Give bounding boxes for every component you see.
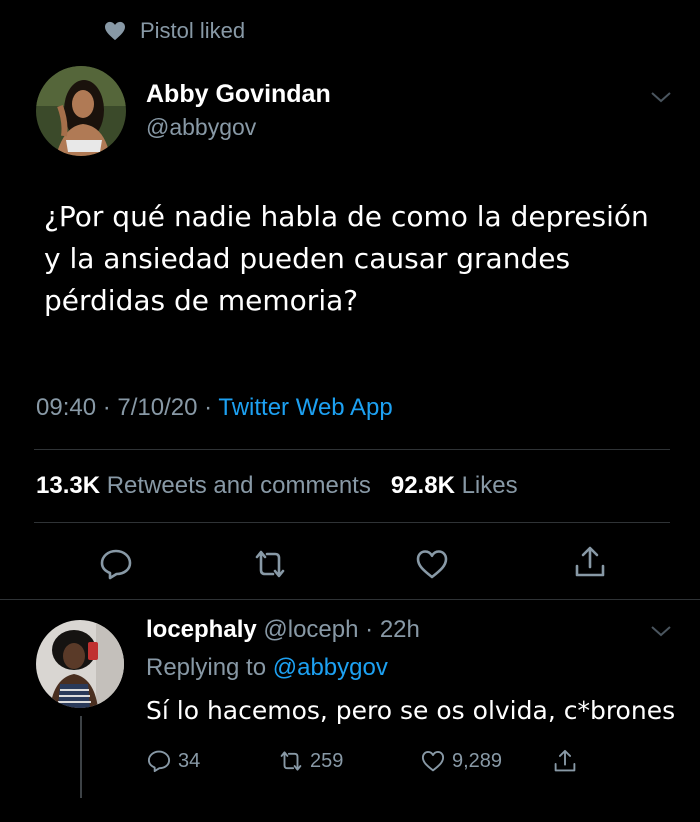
retweets-count: 13.3K (36, 472, 101, 499)
social-context: Pistol liked (104, 18, 245, 44)
author-avatar[interactable] (36, 66, 126, 156)
reply-like-button[interactable]: 9,289 (420, 748, 502, 774)
reply-icon[interactable] (98, 546, 134, 582)
tweet-stats: 13.3K Retweets and comments 92.8K Likes (36, 472, 518, 500)
reply-header: locephaly @loceph · 22h (146, 616, 420, 644)
chevron-down-icon[interactable] (650, 624, 672, 638)
tweet-text: ¿Por qué nadie habla de como la depresió… (44, 200, 649, 317)
author-name[interactable]: Abby Govindan (146, 80, 331, 109)
share-icon (554, 749, 576, 772)
divider (0, 599, 700, 600)
reply-reply-button[interactable]: 34 (146, 748, 200, 774)
replying-to: Replying to @abbygov (146, 654, 388, 682)
divider (34, 449, 670, 450)
divider (34, 522, 670, 523)
tweet-time[interactable]: 09:40 (36, 394, 96, 421)
like-icon (421, 751, 445, 772)
reply-icon (147, 750, 171, 773)
reply-count: 34 (178, 749, 201, 772)
likes-count: 92.8K (390, 472, 455, 499)
tweet-date[interactable]: 7/10/20 (117, 394, 197, 421)
like-icon[interactable] (414, 546, 450, 582)
likes-label: Likes (461, 472, 518, 499)
heart-icon (105, 21, 125, 41)
reply-author-handle[interactable]: @loceph (263, 616, 358, 643)
replying-to-prefix: Replying to (146, 654, 267, 681)
reply-author-name[interactable]: locephaly (146, 616, 257, 643)
meta-separator: · (96, 394, 118, 421)
likes-stat[interactable]: 92.8K Likes (391, 472, 518, 499)
author-handle[interactable]: @abbygov (146, 114, 256, 141)
share-icon[interactable] (572, 544, 608, 580)
retweet-icon (280, 751, 302, 771)
thread-line (80, 716, 82, 798)
retweet-count: 259 (310, 749, 344, 772)
tweet-source[interactable]: Twitter Web App (218, 394, 392, 421)
retweets-label: Retweets and comments (106, 472, 371, 499)
reply-retweet-button[interactable]: 259 (278, 748, 343, 774)
like-count: 9,289 (452, 749, 503, 772)
chevron-down-icon[interactable] (650, 90, 672, 104)
retweet-icon[interactable] (252, 546, 288, 582)
reply-author-avatar[interactable] (36, 620, 124, 708)
retweets-stat[interactable]: 13.3K Retweets and comments (36, 472, 371, 499)
reply-time[interactable]: 22h (380, 616, 420, 643)
replying-to-mention[interactable]: @abbygov (273, 654, 388, 681)
reply-text: Sí lo hacemos, pero se os olvida, c*bron… (146, 696, 676, 725)
tweet-meta: 09:40 · 7/10/20 · Twitter Web App (36, 394, 393, 422)
liked-by-text: Pistol liked (140, 18, 246, 43)
meta-separator: · (197, 394, 219, 421)
meta-separator: · (358, 616, 380, 643)
reply-share-button[interactable] (552, 748, 578, 774)
